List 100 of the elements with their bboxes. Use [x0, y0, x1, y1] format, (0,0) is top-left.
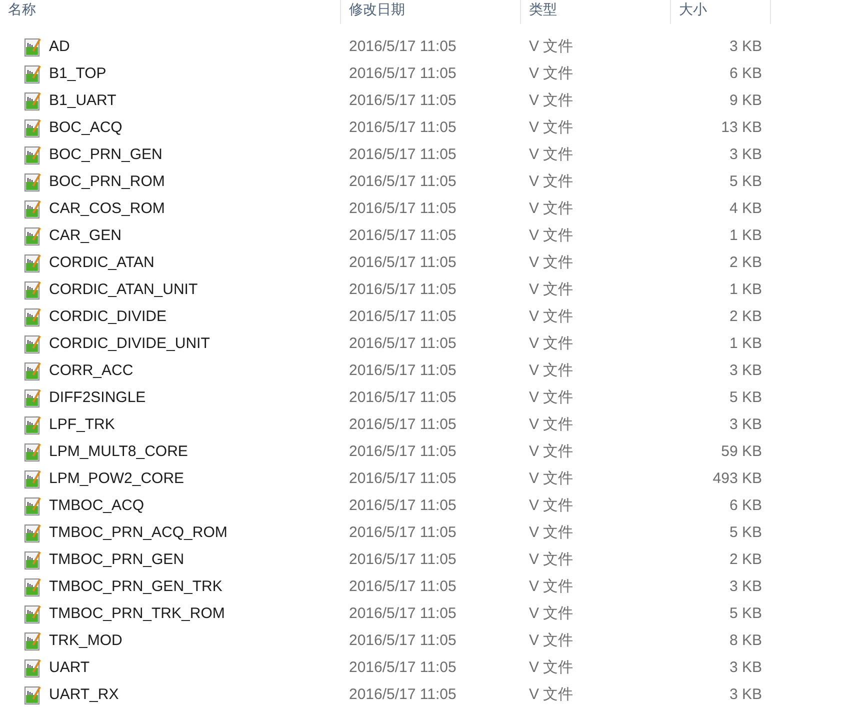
modified-date: 2016/5/17 11:05 — [349, 632, 456, 649]
file-size: 6 KB — [729, 497, 762, 514]
file-type: V 文件 — [529, 604, 574, 623]
script-file-icon — [24, 550, 42, 570]
file-size: 2 KB — [729, 254, 762, 271]
file-type: V 文件 — [529, 91, 574, 110]
script-file-icon — [24, 144, 42, 164]
file-size: 4 KB — [729, 200, 762, 217]
file-type: V 文件 — [529, 64, 574, 83]
column-header[interactable]: 类型 — [529, 0, 557, 18]
file-name[interactable]: LPM_MULT8_CORE — [49, 443, 188, 460]
file-type: V 文件 — [529, 631, 574, 650]
file-size: 493 KB — [712, 470, 762, 487]
file-name[interactable]: CORDIC_DIVIDE — [49, 308, 167, 325]
modified-date: 2016/5/17 11:05 — [349, 443, 456, 460]
file-name[interactable]: TMBOC_ACQ — [49, 497, 144, 514]
script-file-icon — [24, 118, 42, 138]
modified-date: 2016/5/17 11:05 — [349, 659, 456, 676]
script-file-icon — [24, 684, 42, 704]
file-name[interactable]: TRK_MOD — [49, 632, 122, 649]
file-name[interactable]: CORR_ACC — [49, 362, 134, 379]
script-file-icon — [24, 360, 42, 380]
modified-date: 2016/5/17 11:05 — [349, 65, 456, 82]
file-size: 3 KB — [729, 578, 762, 595]
file-type: V 文件 — [529, 550, 574, 569]
file-type: V 文件 — [529, 577, 574, 596]
modified-date: 2016/5/17 11:05 — [349, 551, 456, 568]
file-name[interactable]: UART_RX — [49, 686, 119, 703]
script-file-icon — [24, 36, 42, 56]
file-size: 5 KB — [729, 605, 762, 622]
file-size: 3 KB — [729, 362, 762, 379]
modified-date: 2016/5/17 11:05 — [349, 578, 456, 595]
script-file-icon — [24, 252, 42, 272]
file-size: 3 KB — [729, 659, 762, 676]
file-type: V 文件 — [529, 280, 574, 299]
file-name[interactable]: B1_UART — [49, 92, 116, 109]
file-type: V 文件 — [529, 442, 574, 461]
column-header[interactable]: 修改日期 — [349, 0, 405, 18]
modified-date: 2016/5/17 11:05 — [349, 686, 456, 703]
modified-date: 2016/5/17 11:05 — [349, 119, 456, 136]
script-file-icon — [24, 334, 42, 354]
modified-date: 2016/5/17 11:05 — [349, 362, 456, 379]
file-size: 13 KB — [721, 119, 762, 136]
file-type: V 文件 — [529, 361, 574, 380]
script-file-icon — [24, 496, 42, 516]
script-file-icon — [24, 576, 42, 596]
script-file-icon — [24, 306, 42, 326]
script-file-icon — [24, 280, 42, 300]
file-type: V 文件 — [529, 388, 574, 407]
file-size: 1 KB — [729, 335, 762, 352]
file-type: V 文件 — [529, 253, 574, 272]
file-name[interactable]: BOC_ACQ — [49, 119, 122, 136]
file-name[interactable]: CAR_COS_ROM — [49, 200, 165, 217]
file-size: 5 KB — [729, 173, 762, 190]
file-name[interactable]: TMBOC_PRN_GEN — [49, 551, 184, 568]
file-size: 3 KB — [729, 38, 762, 55]
file-name[interactable]: CORDIC_ATAN_UNIT — [49, 281, 198, 298]
file-type: V 文件 — [529, 415, 574, 434]
modified-date: 2016/5/17 11:05 — [349, 146, 456, 163]
script-file-icon — [24, 414, 42, 434]
modified-date: 2016/5/17 11:05 — [349, 227, 456, 244]
file-name[interactable]: LPM_POW2_CORE — [49, 470, 184, 487]
file-size: 3 KB — [729, 686, 762, 703]
file-name[interactable]: AD — [49, 38, 70, 55]
script-file-icon — [24, 604, 42, 624]
script-file-icon — [24, 522, 42, 542]
script-file-icon — [24, 468, 42, 488]
file-name[interactable]: BOC_PRN_ROM — [49, 173, 165, 190]
file-type: V 文件 — [529, 523, 574, 542]
file-name[interactable]: CORDIC_DIVIDE_UNIT — [49, 335, 210, 352]
file-size: 9 KB — [729, 92, 762, 109]
file-type: V 文件 — [529, 496, 574, 515]
modified-date: 2016/5/17 11:05 — [349, 335, 456, 352]
file-type: V 文件 — [529, 226, 574, 245]
modified-date: 2016/5/17 11:05 — [349, 605, 456, 622]
file-type: V 文件 — [529, 334, 574, 353]
file-name[interactable]: DIFF2SINGLE — [49, 389, 146, 406]
column-header[interactable]: 名称 — [8, 0, 36, 18]
file-name[interactable]: TMBOC_PRN_TRK_ROM — [49, 605, 225, 622]
file-size: 1 KB — [729, 227, 762, 244]
modified-date: 2016/5/17 11:05 — [349, 92, 456, 109]
file-type: V 文件 — [529, 307, 574, 326]
file-name[interactable]: CAR_GEN — [49, 227, 122, 244]
file-size: 2 KB — [729, 308, 762, 325]
file-name[interactable]: LPF_TRK — [49, 416, 115, 433]
file-size: 3 KB — [729, 146, 762, 163]
modified-date: 2016/5/17 11:05 — [349, 416, 456, 433]
file-size: 8 KB — [729, 632, 762, 649]
file-name[interactable]: TMBOC_PRN_GEN_TRK — [49, 578, 222, 595]
modified-date: 2016/5/17 11:05 — [349, 470, 456, 487]
file-name[interactable]: BOC_PRN_GEN — [49, 146, 162, 163]
file-name[interactable]: TMBOC_PRN_ACQ_ROM — [49, 524, 228, 541]
file-type: V 文件 — [529, 172, 574, 191]
modified-date: 2016/5/17 11:05 — [349, 173, 456, 190]
script-file-icon — [24, 442, 42, 462]
script-file-icon — [24, 64, 42, 84]
file-name[interactable]: B1_TOP — [49, 65, 106, 82]
file-name[interactable]: CORDIC_ATAN — [49, 254, 154, 271]
file-name[interactable]: UART — [49, 659, 90, 676]
column-header[interactable]: 大小 — [679, 0, 707, 18]
